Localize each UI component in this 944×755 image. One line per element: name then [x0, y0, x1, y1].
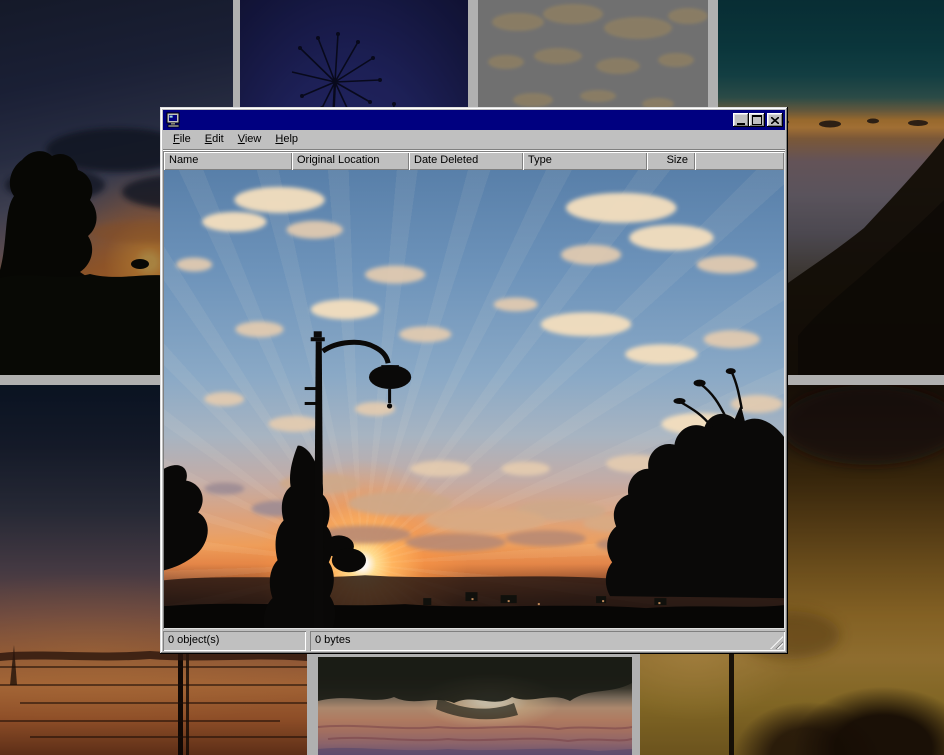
file-list-frame: Name Original Location Date Deleted Type…: [163, 151, 785, 629]
column-header-date-deleted[interactable]: Date Deleted: [409, 152, 523, 170]
column-header-row: Name Original Location Date Deleted Type…: [164, 152, 784, 170]
streetlamp-and-trees-silhouette: [164, 170, 784, 628]
menu-file[interactable]: File: [166, 130, 198, 149]
maximize-button[interactable]: [749, 113, 765, 127]
menu-help[interactable]: Help: [268, 130, 305, 149]
maximize-icon: [752, 115, 762, 125]
recycle-bin-window: File Edit View Help Name Original Locati…: [160, 107, 788, 654]
menu-bar: File Edit View Help: [163, 130, 785, 149]
desktop: { "desktop": { "background_gap_color": "…: [0, 0, 944, 755]
column-header-name[interactable]: Name: [164, 152, 292, 170]
tree-reflection-silhouette: [318, 657, 632, 755]
status-object-count: 0 object(s): [163, 631, 306, 651]
computer-icon[interactable]: [166, 112, 182, 128]
minimize-icon: [737, 123, 745, 125]
column-header-filler[interactable]: [695, 152, 784, 170]
minimize-button[interactable]: [733, 113, 749, 127]
title-bar[interactable]: [163, 110, 785, 130]
wallpaper-photo-reflection: [318, 657, 632, 755]
menu-view[interactable]: View: [231, 130, 269, 149]
menu-edit[interactable]: Edit: [198, 130, 231, 149]
close-icon: [771, 117, 779, 124]
column-header-original-location[interactable]: Original Location: [292, 152, 409, 170]
column-header-type[interactable]: Type: [523, 152, 647, 170]
status-size: 0 bytes: [310, 631, 785, 651]
status-bar: 0 object(s) 0 bytes: [163, 631, 785, 651]
file-list-area[interactable]: [164, 170, 784, 628]
close-button[interactable]: [767, 113, 783, 127]
column-header-size[interactable]: Size: [647, 152, 695, 170]
